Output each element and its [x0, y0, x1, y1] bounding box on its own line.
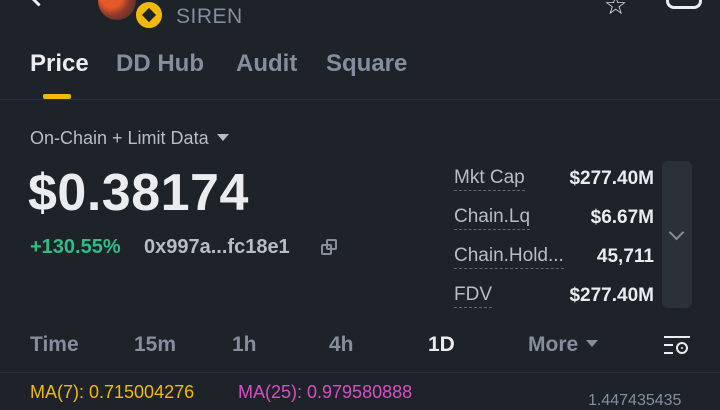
bnb-chain-badge-icon [134, 0, 164, 30]
caret-down-icon [216, 133, 229, 141]
stat-value-chain-holders: 45,711 [596, 246, 654, 267]
current-price: $0.38174 [28, 164, 249, 222]
stat-label-fdv[interactable]: FDV [454, 284, 492, 308]
chart-settings-icon[interactable] [664, 334, 692, 358]
interval-more[interactable]: More [528, 333, 599, 357]
tab-dd-hub[interactable]: DD Hub [116, 50, 204, 78]
interval-4h[interactable]: 4h [329, 333, 354, 357]
token-ticker: SIREN [176, 5, 243, 28]
stat-value-fdv: $277.40M [569, 285, 654, 306]
stat-label-mkt-cap[interactable]: Mkt Cap [454, 167, 525, 191]
stat-value-chain-lq: $6.67M [590, 207, 654, 228]
bell-icon[interactable] [666, 0, 702, 9]
interval-1h[interactable]: 1h [232, 333, 257, 357]
contract-address[interactable]: 0x997a...fc18e1 [144, 236, 290, 259]
expand-stats-button[interactable] [662, 161, 692, 308]
stat-value-mkt-cap: $277.40M [569, 168, 654, 189]
back-icon[interactable] [26, 0, 51, 7]
chevron-down-icon [668, 224, 685, 241]
tabs-divider [0, 99, 720, 100]
interval-time[interactable]: Time [30, 333, 79, 357]
interval-more-label: More [528, 333, 579, 356]
ma25-value: MA(25): 0.979580888 [238, 382, 413, 402]
price-axis-label: 1.447435435 [588, 392, 682, 409]
tab-price[interactable]: Price [30, 50, 89, 78]
data-source-selector[interactable]: On-Chain + Limit Data [30, 128, 229, 149]
price-change: +130.55% [30, 236, 121, 258]
caret-down-icon [586, 339, 599, 347]
stat-label-chain-lq[interactable]: Chain.Lq [454, 206, 531, 230]
ma7-value: MA(7): 0.715004276 [30, 382, 195, 402]
chart-top-border [0, 372, 720, 373]
tab-square[interactable]: Square [326, 50, 407, 78]
tab-audit[interactable]: Audit [236, 50, 297, 78]
token-avatar [98, 0, 136, 20]
stat-label-chain-holders[interactable]: Chain.Hold... [454, 245, 564, 269]
interval-15m[interactable]: 15m [134, 333, 176, 357]
data-source-label: On-Chain + Limit Data [30, 128, 209, 148]
star-icon[interactable]: ☆ [604, 0, 627, 18]
interval-1d[interactable]: 1D [428, 333, 455, 357]
copy-icon[interactable] [321, 239, 337, 255]
